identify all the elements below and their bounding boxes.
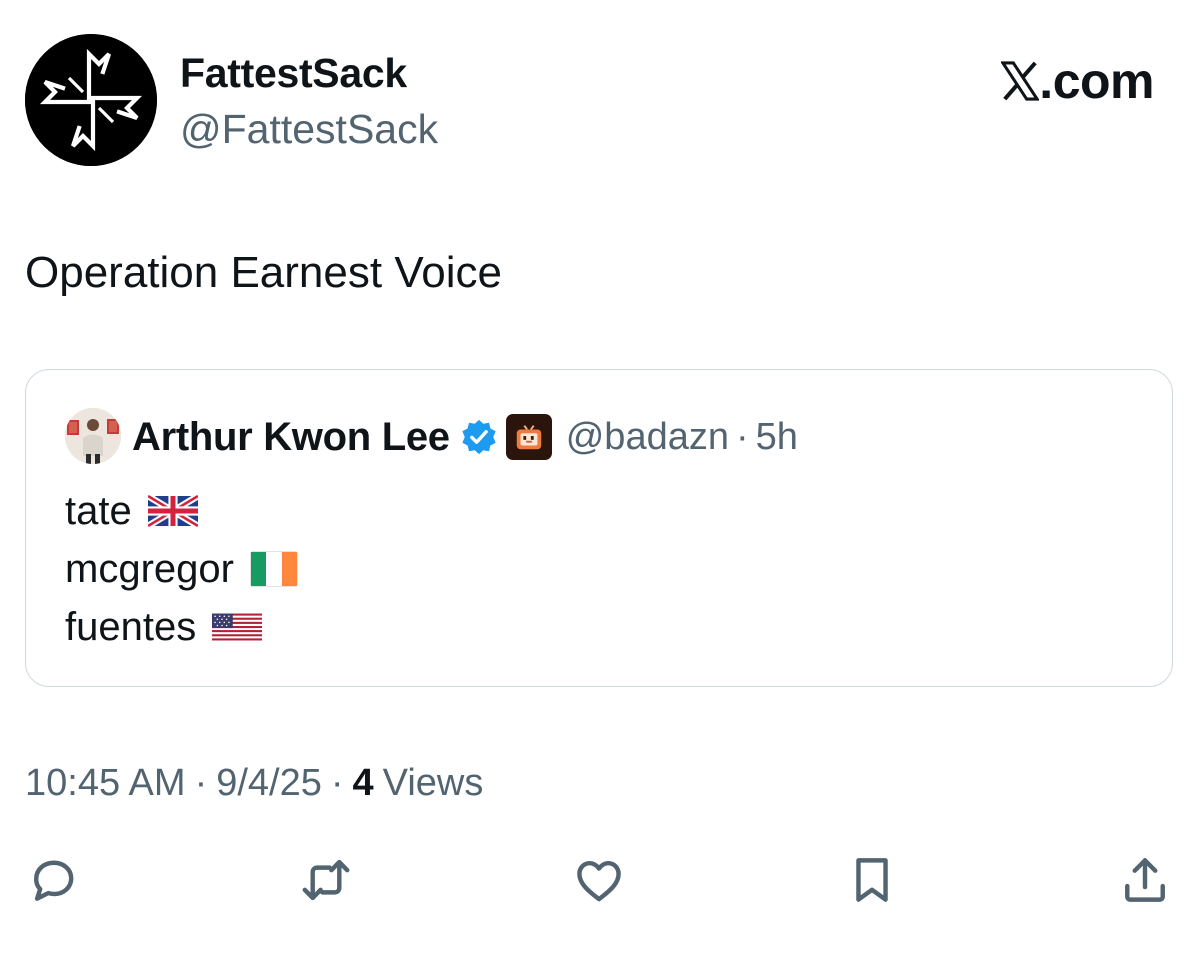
repost-button[interactable] — [294, 848, 358, 912]
reply-icon — [33, 860, 74, 901]
quote-line-text: tate — [65, 488, 132, 533]
uk-flag-icon — [147, 493, 198, 529]
repost-icon — [302, 859, 350, 901]
quote-display-name[interactable]: Arthur Kwon Lee — [132, 415, 450, 460]
author-handle[interactable]: @FattestSack — [180, 104, 438, 154]
profile-photo-icon — [65, 408, 121, 464]
author-display-name[interactable]: FattestSack — [180, 48, 407, 98]
share-icon — [1125, 858, 1165, 902]
meta-separator: · — [330, 761, 344, 804]
share-button[interactable] — [1113, 848, 1177, 912]
affiliate-badge-icon[interactable] — [505, 414, 552, 460]
quote-timestamp[interactable]: 5h — [756, 416, 798, 459]
bookmark-icon — [856, 858, 888, 902]
tweet-text: Operation Earnest Voice — [25, 248, 502, 297]
author-avatar[interactable] — [25, 34, 157, 166]
views-label[interactable]: Views — [383, 762, 484, 805]
quote-separator: · — [735, 415, 749, 458]
tweet-time[interactable]: 10:45 AM — [25, 762, 186, 805]
x-logo-icon — [1001, 61, 1040, 101]
tweet-date[interactable]: 9/4/25 — [216, 762, 322, 805]
quote-header: Arthur Kwon Lee @badazn · 5h — [132, 408, 798, 466]
brand-text: .com — [1039, 53, 1154, 109]
quote-line-text: fuentes — [65, 604, 197, 649]
quote-avatar[interactable] — [65, 408, 121, 464]
tweet-meta: 10:45 AM · 9/4/25 · 4 Views — [25, 756, 483, 810]
quote-line: tate — [65, 482, 298, 540]
us-flag-icon — [212, 613, 263, 641]
reply-button[interactable] — [21, 848, 85, 912]
quote-line-text: mcgregor — [65, 546, 234, 591]
brand-logo: .com — [1001, 52, 1154, 110]
meta-separator: · — [194, 761, 208, 804]
compass-star-logo-icon — [25, 34, 157, 166]
verified-icon[interactable] — [460, 418, 498, 456]
quote-line: mcgregor — [65, 540, 298, 598]
tv-mascot-icon — [516, 425, 541, 450]
like-icon — [577, 860, 621, 902]
like-button[interactable] — [567, 848, 631, 912]
views-count[interactable]: 4 — [353, 762, 374, 805]
quote-text: tate mcgregor fuentes — [65, 482, 298, 656]
quote-line: fuentes — [65, 598, 298, 656]
quote-handle[interactable]: @badazn — [566, 416, 729, 459]
bookmark-button[interactable] — [840, 848, 904, 912]
ireland-flag-icon — [249, 551, 298, 587]
quoted-tweet[interactable]: Arthur Kwon Lee @badazn · 5h tate mcgreg… — [25, 369, 1173, 687]
